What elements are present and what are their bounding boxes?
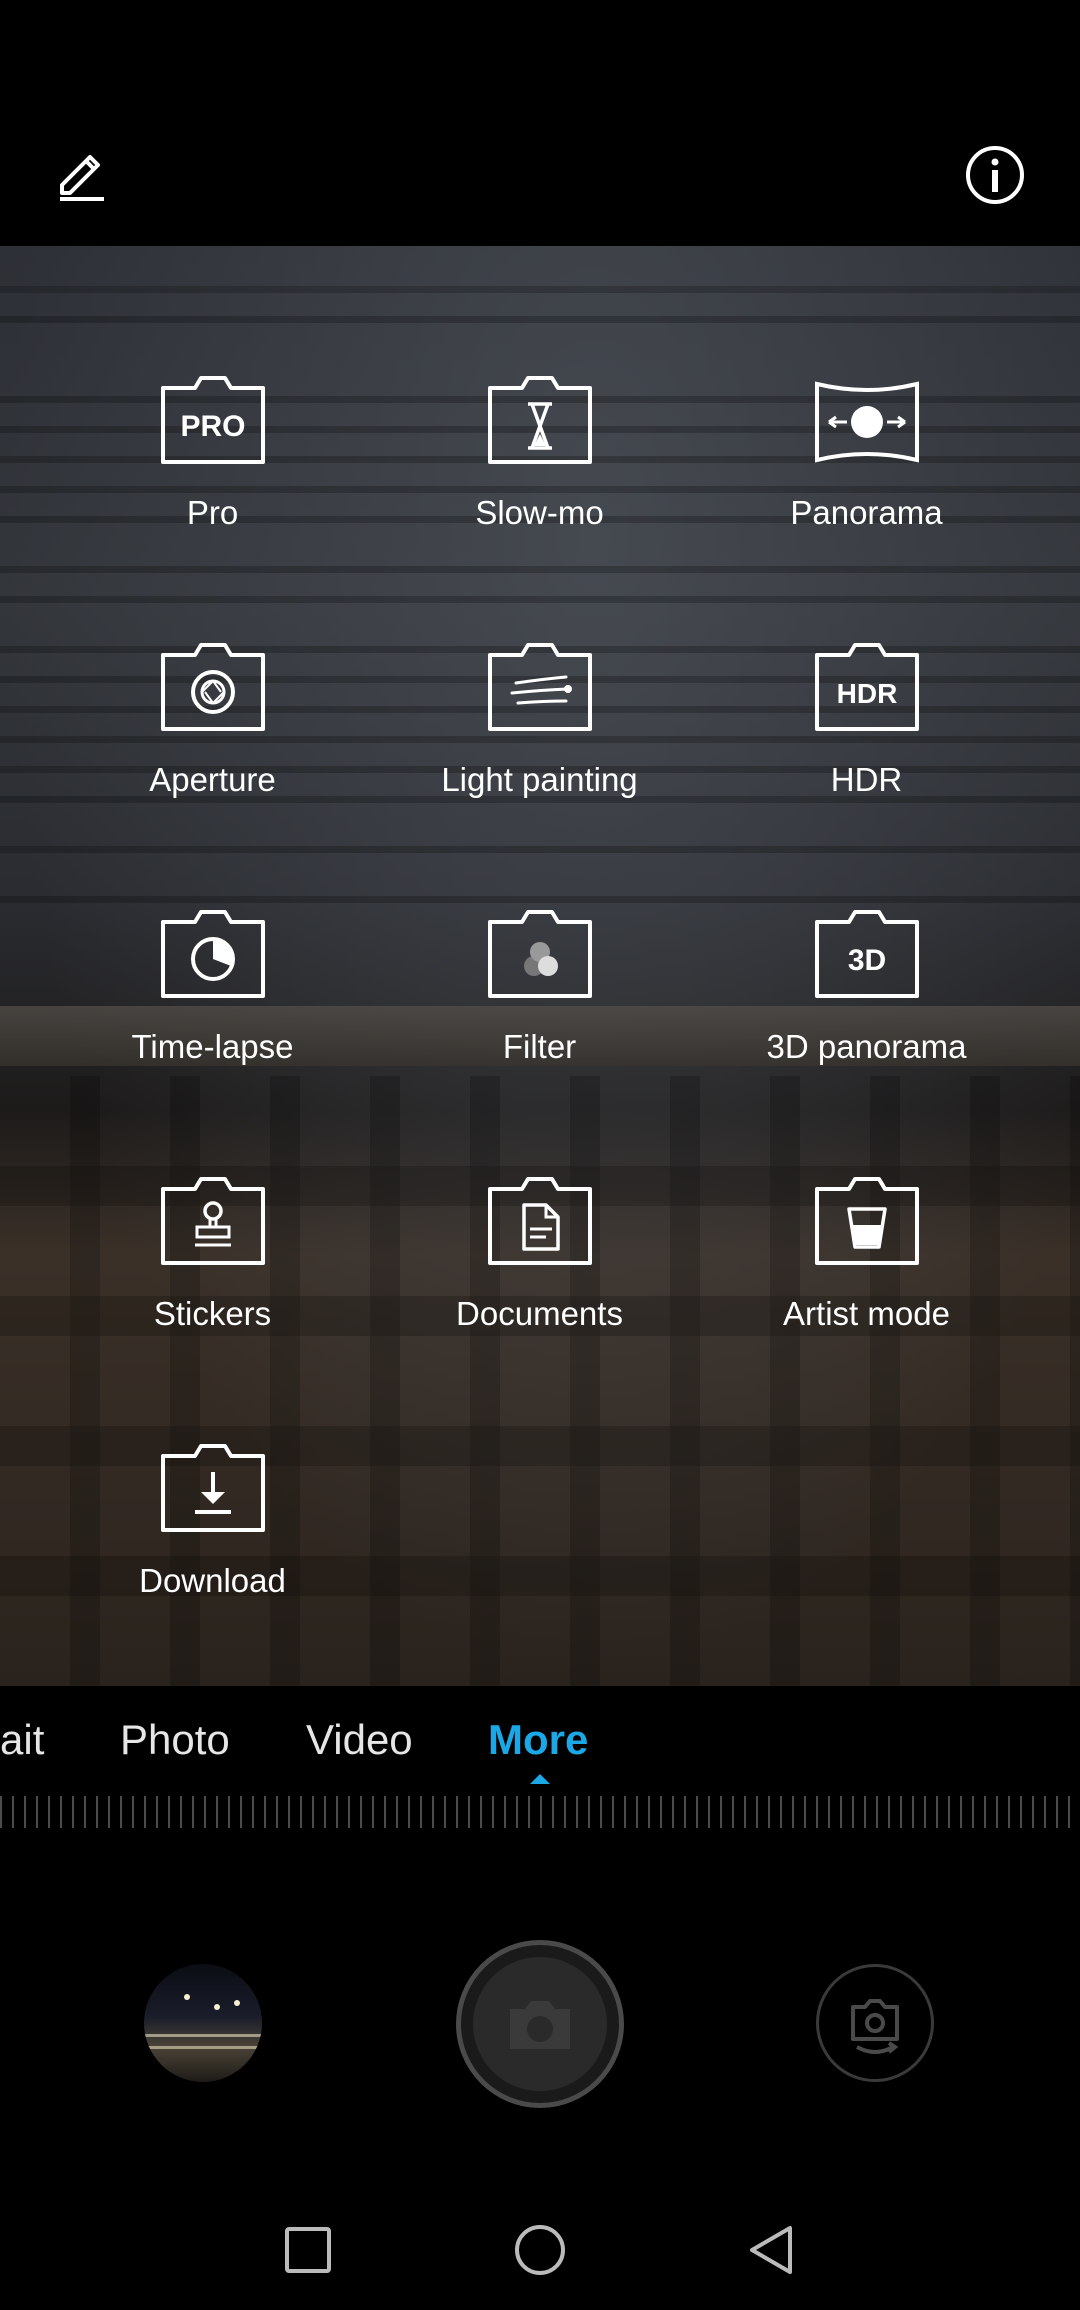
mode-label: Artist mode: [783, 1295, 950, 1332]
stamp-icon: [155, 1171, 271, 1271]
time-lapse-icon: [155, 904, 271, 1004]
modes-grid: PRO Pro Slow-mo Panorama Aperture Light …: [0, 246, 1080, 1686]
camera-shutter-icon[interactable]: [456, 1940, 624, 2108]
mode-filter[interactable]: Filter: [376, 780, 703, 1065]
mode-light-painting[interactable]: Light painting: [376, 513, 703, 798]
tab-portrait[interactable]: ait: [0, 1716, 44, 1764]
hdr-icon: HDR: [809, 637, 925, 737]
light-painting-icon: [482, 637, 598, 737]
mode-artist-mode[interactable]: Artist mode: [703, 1047, 1030, 1332]
mode-documents[interactable]: Documents: [376, 1047, 703, 1332]
mode-scroll-ruler[interactable]: [0, 1796, 1080, 1828]
aperture-icon: [155, 637, 271, 737]
mode-slow-mo[interactable]: Slow-mo: [376, 246, 703, 531]
mode-hdr[interactable]: HDR HDR: [703, 513, 1030, 798]
svg-text:HDR: HDR: [836, 678, 897, 709]
square-recents-icon[interactable]: [278, 2220, 338, 2280]
circle-home-icon[interactable]: [510, 2220, 570, 2280]
tab-more[interactable]: More: [488, 1716, 588, 1764]
pencil-icon[interactable]: [44, 135, 124, 215]
mode-download[interactable]: Download: [49, 1314, 376, 1599]
system-nav-bar: [0, 2190, 1080, 2310]
pro-icon: PRO: [155, 370, 271, 470]
mode-pro[interactable]: PRO Pro: [49, 246, 376, 531]
top-bar: [0, 0, 1080, 246]
switch-camera-icon[interactable]: [816, 1964, 934, 2082]
active-tab-indicator: [530, 1774, 550, 1784]
triangle-back-icon[interactable]: [740, 2220, 800, 2280]
svg-text:PRO: PRO: [180, 410, 245, 443]
3d-panorama-icon: 3D: [809, 904, 925, 1004]
gallery-thumbnail[interactable]: [144, 1964, 262, 2082]
panorama-icon: [809, 370, 925, 470]
mode-label: Download: [139, 1562, 286, 1599]
document-icon: [482, 1171, 598, 1271]
svg-text:3D: 3D: [847, 944, 885, 977]
mode-aperture[interactable]: Aperture: [49, 513, 376, 798]
mode-stickers[interactable]: Stickers: [49, 1047, 376, 1332]
mode-panorama[interactable]: Panorama: [703, 246, 1030, 531]
mode-label: Documents: [456, 1295, 623, 1332]
tab-video[interactable]: Video: [306, 1716, 413, 1764]
info-circle-icon[interactable]: [955, 135, 1035, 215]
mode-3d-panorama[interactable]: 3D 3D panorama: [703, 780, 1030, 1065]
mode-time-lapse[interactable]: Time-lapse: [49, 780, 376, 1065]
download-icon: [155, 1438, 271, 1538]
artist-mode-icon: [809, 1171, 925, 1271]
filter-icon: [482, 904, 598, 1004]
hourglass-icon: [482, 370, 598, 470]
tab-photo[interactable]: Photo: [120, 1716, 230, 1764]
